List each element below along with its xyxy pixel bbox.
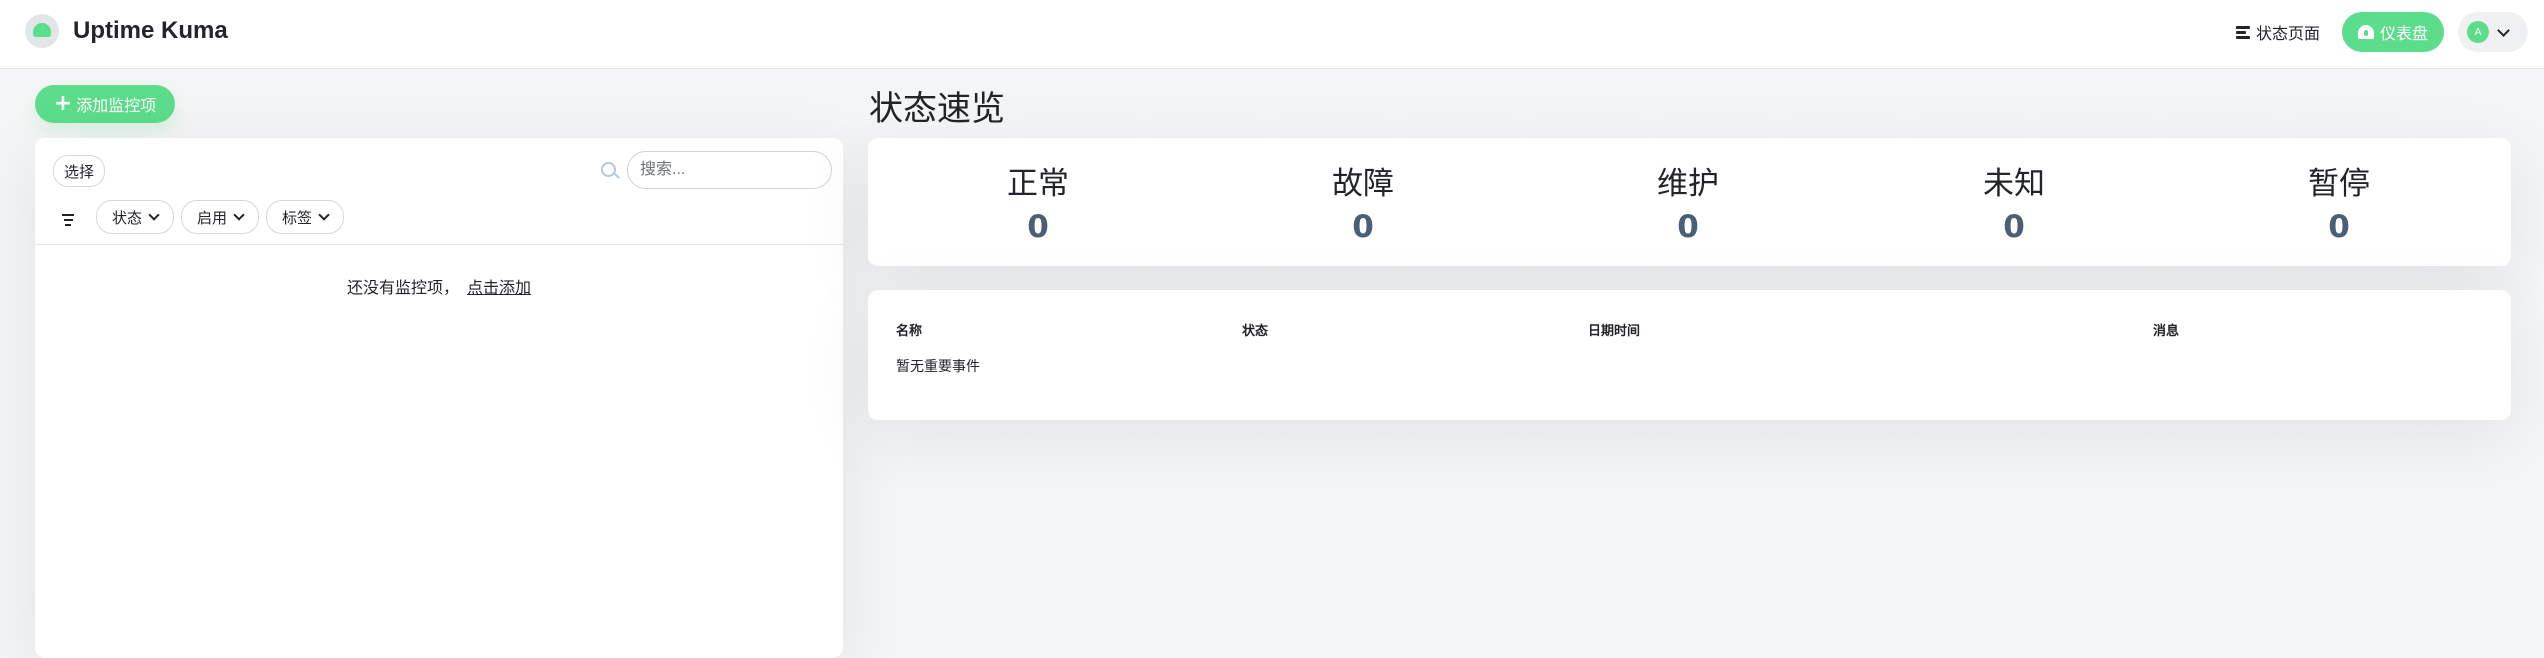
empty-monitor-text: 还没有监控项， xyxy=(346,278,459,297)
select-button[interactable]: 选择 xyxy=(53,155,105,187)
filter-tags-dropdown[interactable]: 标签 xyxy=(266,200,344,234)
important-events-card: 名称 状态 日期时间 消息 暂无重要事件 xyxy=(868,290,2511,420)
dashboard-button[interactable]: 仪表盘 xyxy=(2342,12,2444,52)
add-monitor-button[interactable]: + 添加监控项 xyxy=(35,85,175,123)
filter-status-label: 状态 xyxy=(111,208,142,227)
monitor-list-panel: 选择 状态 启用 标签 还没有监控项， 点击添加 xyxy=(35,138,843,658)
avatar: A xyxy=(2467,21,2489,43)
add-monitor-label: 添加监控项 xyxy=(76,96,157,115)
stat-maintenance: 维护 0 xyxy=(1588,158,1788,245)
dashboard-label: 仪表盘 xyxy=(2379,24,2428,43)
stat-down-value: 0 xyxy=(1352,209,1374,245)
stat-up-label: 正常 xyxy=(1007,166,1069,202)
filter-lines-icon[interactable] xyxy=(62,211,74,229)
filter-active-dropdown[interactable]: 启用 xyxy=(181,200,259,234)
stat-unknown: 未知 0 xyxy=(1914,158,2114,245)
stat-down: 故障 0 xyxy=(1263,158,1463,245)
stat-up: 正常 0 xyxy=(938,158,1138,245)
chevron-down-icon xyxy=(2497,23,2510,37)
column-header-status: 状态 xyxy=(1242,324,1269,339)
stat-maintenance-value: 0 xyxy=(1677,209,1699,245)
stat-paused-value: 0 xyxy=(2328,209,2350,245)
uptime-kuma-logo-icon xyxy=(25,14,59,48)
status-page-link[interactable]: 状态页面 xyxy=(2236,20,2320,44)
filter-status-dropdown[interactable]: 状态 xyxy=(96,200,174,234)
tachometer-icon xyxy=(2357,25,2374,39)
stream-icon xyxy=(2236,24,2250,41)
stat-up-value: 0 xyxy=(1027,209,1049,245)
no-events-message: 暂无重要事件 xyxy=(896,359,980,375)
stat-unknown-label: 未知 xyxy=(1983,166,2045,202)
page-title: 状态速览 xyxy=(869,89,1005,129)
chevron-down-icon xyxy=(148,209,160,221)
column-header-name: 名称 xyxy=(896,324,923,339)
column-header-message: 消息 xyxy=(2153,324,2180,339)
search-input[interactable] xyxy=(627,151,832,189)
chevron-down-icon xyxy=(318,209,330,221)
search-icon xyxy=(601,162,616,177)
brand-link[interactable]: Uptime Kuma xyxy=(25,14,228,48)
filter-active-label: 启用 xyxy=(196,208,227,227)
empty-monitor-message: 还没有监控项， 点击添加 xyxy=(35,274,843,298)
stat-paused: 暂停 0 xyxy=(2239,158,2439,245)
add-monitor-link[interactable]: 点击添加 xyxy=(467,278,531,297)
profile-dropdown[interactable]: A xyxy=(2458,12,2528,52)
stat-unknown-value: 0 xyxy=(2003,209,2025,245)
status-overview-card: 正常 0 故障 0 维护 0 未知 0 暂停 0 xyxy=(868,138,2511,266)
stat-maintenance-label: 维护 xyxy=(1657,166,1719,202)
stat-paused-label: 暂停 xyxy=(2308,166,2370,202)
plus-icon: + xyxy=(53,91,73,116)
column-header-datetime: 日期时间 xyxy=(1588,324,1641,339)
app-name: Uptime Kuma xyxy=(73,17,228,44)
divider xyxy=(35,244,843,245)
chevron-down-icon xyxy=(233,209,245,221)
status-page-label: 状态页面 xyxy=(2256,24,2321,43)
top-navbar: Uptime Kuma 状态页面 仪表盘 A xyxy=(0,0,2544,69)
filter-tags-label: 标签 xyxy=(281,208,312,227)
stat-down-label: 故障 xyxy=(1332,166,1394,202)
